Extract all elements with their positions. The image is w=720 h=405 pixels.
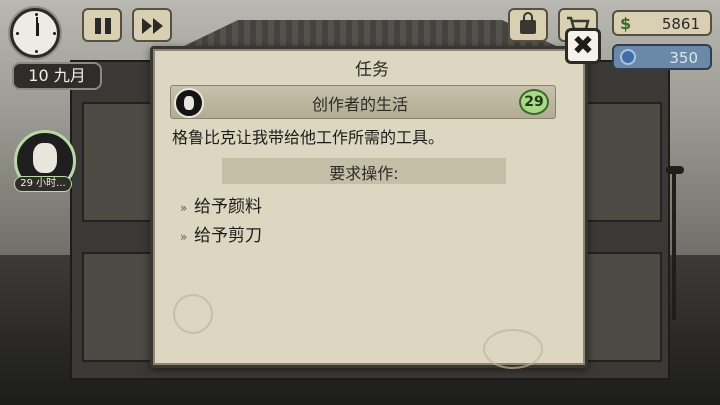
gem-icon: [620, 49, 636, 65]
coin-icon: $: [620, 14, 632, 33]
shop-bag-icon: [520, 12, 536, 34]
fast-forward-icon: [153, 18, 163, 34]
clock-tick: [53, 32, 56, 35]
street-lamp-pole: [672, 170, 676, 320]
bullet-icon: »: [180, 201, 188, 215]
requirements-title: 要求操作:: [329, 164, 399, 183]
requirement-item: » 给予颜料: [180, 192, 262, 217]
requirement-item: » 给予剪刀: [180, 221, 262, 246]
quest-description: 格鲁比克让我带给他工作所需的工具。: [172, 128, 445, 147]
shop-button[interactable]: [508, 8, 548, 42]
quest-hours-badge: 29: [519, 89, 549, 115]
requirement-label: 给予颜料: [194, 197, 262, 217]
npc-timer: 29 小时...: [14, 176, 72, 192]
ornament: [483, 329, 543, 369]
clock-tick: [35, 13, 38, 16]
fast-forward-icon: [142, 18, 152, 34]
requirement-label: 给予剪刀: [194, 226, 262, 246]
fast-forward-button[interactable]: [132, 8, 172, 42]
clock-hour-hand: [36, 23, 39, 36]
dialog-title: 任务: [355, 60, 389, 80]
quest-portrait-icon: [174, 88, 204, 118]
quest-name: 创作者的生活: [311, 95, 408, 114]
gem-value: 350: [669, 49, 698, 67]
close-icon: ✖: [572, 31, 594, 61]
date-display: 10 九月: [12, 62, 102, 90]
close-button[interactable]: ✖: [565, 28, 601, 64]
money-value: 5861: [661, 15, 700, 33]
ornament: [173, 294, 213, 334]
clock-tick: [16, 32, 19, 35]
clock-icon: [10, 8, 60, 58]
clock-tick: [35, 50, 38, 53]
gem-counter[interactable]: 350: [612, 44, 712, 70]
pause-icon: [95, 18, 101, 34]
npc-face: [33, 143, 57, 173]
street-lamp: [666, 166, 684, 174]
pause-button[interactable]: [82, 8, 122, 42]
pause-icon: [105, 18, 111, 34]
money-counter[interactable]: $ 5861: [612, 10, 712, 36]
bullet-icon: »: [180, 230, 188, 244]
